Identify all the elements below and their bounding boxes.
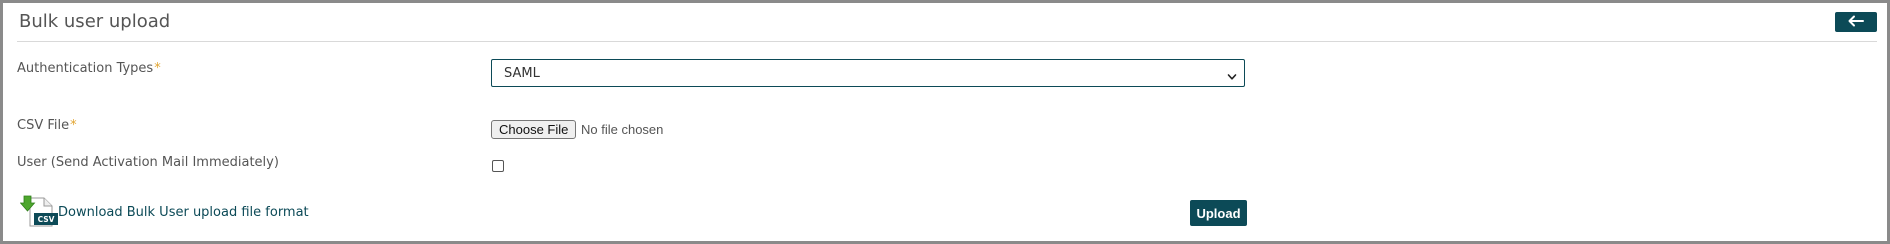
auth-types-label-text: Authentication Types <box>17 61 154 76</box>
upload-button[interactable]: Upload <box>1190 200 1247 226</box>
choose-file-button[interactable]: Choose File <box>491 120 577 139</box>
back-button[interactable] <box>1835 12 1877 32</box>
download-format-link[interactable]: Download Bulk User upload file format <box>58 205 309 220</box>
bulk-upload-panel: Bulk user upload Authentication Types* S… <box>0 0 1890 244</box>
csv-file-label-text: CSV File <box>17 118 70 133</box>
csv-icon-text: CSV <box>38 215 55 224</box>
required-marker: * <box>154 61 161 76</box>
file-status-text: No file chosen <box>581 122 664 137</box>
download-format-row: CSV Download Bulk User upload file forma… <box>19 195 309 229</box>
csv-download-icon[interactable]: CSV <box>19 195 60 229</box>
csv-file-label: CSV File* <box>17 118 77 133</box>
panel-header: Bulk user upload <box>17 8 1877 40</box>
auth-types-label: Authentication Types* <box>17 61 161 76</box>
required-marker: * <box>70 118 77 133</box>
send-activation-label: User (Send Activation Mail Immediately) <box>17 155 279 170</box>
arrow-left-icon <box>1848 15 1864 30</box>
send-activation-checkbox[interactable] <box>492 160 504 172</box>
page-title: Bulk user upload <box>19 11 171 32</box>
auth-types-selected-value: SAML <box>504 66 540 81</box>
auth-types-select[interactable]: SAML <box>491 59 1245 87</box>
chevron-down-icon <box>1226 68 1238 80</box>
header-divider <box>17 41 1877 42</box>
